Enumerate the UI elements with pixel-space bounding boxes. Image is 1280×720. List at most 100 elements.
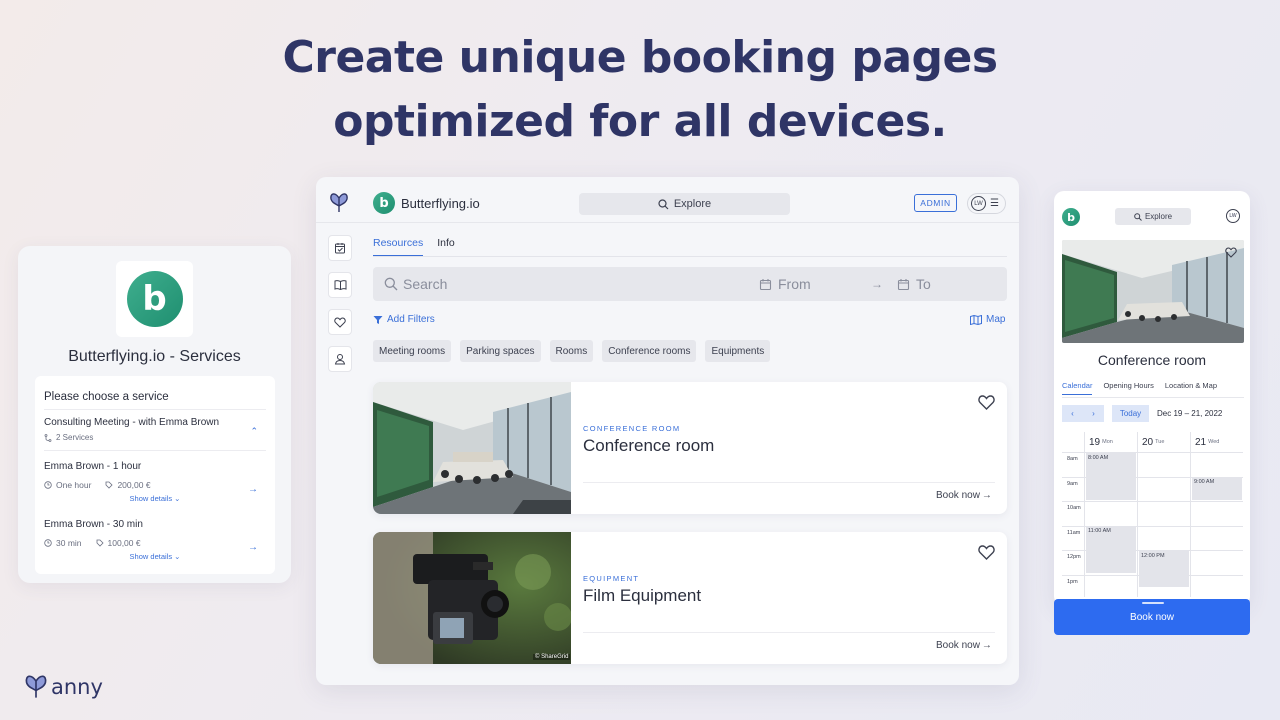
- price-text: 100,00 €: [107, 538, 141, 548]
- heart-icon[interactable]: [978, 395, 995, 410]
- butterfly-logo-icon: [330, 193, 348, 212]
- service-card-heading: Please choose a service: [44, 376, 266, 410]
- tab-resources[interactable]: Resources: [373, 237, 424, 257]
- brand[interactable]: b Butterflying.io: [373, 192, 480, 214]
- admin-button[interactable]: ADMIN: [914, 194, 957, 212]
- arrow-right-icon[interactable]: →: [248, 542, 258, 553]
- calendar-event[interactable]: 12:00 PM: [1139, 551, 1189, 587]
- arrow-right-icon[interactable]: →: [248, 484, 258, 495]
- time-column: 8am 9am 10am 11am 12pm 1pm: [1062, 452, 1084, 599]
- anny-logo: anny: [24, 674, 103, 700]
- to-date-input[interactable]: To: [897, 276, 931, 292]
- search-icon: [658, 198, 669, 209]
- explore-label: Explore: [1144, 212, 1173, 221]
- divider: [583, 632, 995, 633]
- calendar-icon[interactable]: [328, 235, 352, 261]
- from-date-input[interactable]: From: [759, 276, 811, 292]
- service-item-1[interactable]: Emma Brown - 1 hour One hour 200,00 € Sh…: [44, 451, 266, 509]
- calendar-nav: ‹ › Today Dec 19 – 21, 2022: [1062, 405, 1222, 422]
- mobile-tabs: Calendar Opening Hours Location & Map: [1062, 381, 1217, 395]
- chevron-up-icon[interactable]: ⌃: [250, 426, 258, 437]
- date-range: Dec 19 – 21, 2022: [1157, 409, 1223, 418]
- sheet-handle[interactable]: [1142, 602, 1164, 604]
- show-details-link[interactable]: Show details ⌄: [44, 552, 266, 561]
- hour-line: [1084, 501, 1243, 502]
- service-group-name: Consulting Meeting - with Emma Brown: [44, 417, 220, 428]
- tab-opening-hours[interactable]: Opening Hours: [1103, 381, 1153, 395]
- time-label: 8am: [1062, 452, 1084, 477]
- arrow-right-icon: →: [981, 490, 992, 501]
- book-now-button[interactable]: Book now: [1054, 599, 1250, 635]
- to-placeholder: To: [916, 276, 931, 292]
- chip-conference-rooms[interactable]: Conference rooms: [602, 340, 697, 362]
- user-icon[interactable]: [328, 346, 352, 372]
- booking-page-mobile: b Explore LW Conference room Calendar Op…: [1054, 191, 1250, 606]
- calendar-icon: [759, 278, 772, 290]
- duration-text: One hour: [56, 480, 92, 490]
- add-filters-label: Add Filters: [387, 314, 435, 325]
- prev-week-button[interactable]: ‹: [1062, 405, 1083, 422]
- resource-card-conference-room[interactable]: CONFERENCE ROOM Conference room Book now…: [373, 382, 1007, 514]
- heart-icon[interactable]: [978, 545, 995, 560]
- explore-button[interactable]: Explore: [579, 193, 790, 215]
- book-icon[interactable]: [328, 272, 352, 298]
- chip-meeting-rooms[interactable]: Meeting rooms: [373, 340, 452, 362]
- book-now-link[interactable]: Book now →: [936, 490, 992, 501]
- divider: [1062, 397, 1244, 398]
- price: 100,00 €: [96, 538, 141, 548]
- services-title: Butterflying.io - Services: [68, 348, 241, 365]
- photo-credit: © ShareGrid: [533, 654, 571, 660]
- user-menu-button[interactable]: LW ☰: [967, 193, 1006, 214]
- duration: 30 min: [44, 538, 82, 548]
- explore-button[interactable]: Explore: [1115, 208, 1191, 225]
- service-count: 2 Services: [56, 433, 94, 442]
- explore-label: Explore: [673, 198, 712, 210]
- heart-icon[interactable]: [328, 309, 352, 335]
- chip-rooms[interactable]: Rooms: [549, 340, 594, 362]
- calendar-event[interactable]: 8:00 AM: [1086, 453, 1136, 500]
- time-label: 12pm: [1062, 550, 1084, 575]
- tab-calendar[interactable]: Calendar: [1062, 381, 1093, 395]
- search-input[interactable]: Search: [384, 276, 447, 292]
- calendar-event[interactable]: 11:00 AM: [1086, 526, 1136, 573]
- avatar[interactable]: LW: [1226, 209, 1240, 223]
- service-name: Emma Brown - 30 min: [44, 519, 143, 530]
- resource-card-film-equipment[interactable]: © ShareGrid EQUIPMENT Film Equipment Boo…: [373, 532, 1007, 664]
- time-label: 11am: [1062, 525, 1084, 551]
- heart-icon[interactable]: [1225, 247, 1237, 258]
- tag-icon: [96, 539, 104, 547]
- add-filters-button[interactable]: Add Filters: [373, 314, 435, 325]
- divider: [373, 256, 1007, 257]
- from-placeholder: From: [778, 276, 811, 292]
- clock-icon: [44, 539, 52, 547]
- calendar-icon: [897, 278, 910, 290]
- search-bar[interactable]: Search From → To: [373, 267, 1007, 301]
- tab-location-map[interactable]: Location & Map: [1165, 381, 1217, 395]
- calendar-grid: 19 Mon 20 Tue 21 Wed 8am 9am 10am 11am 12pm…: [1062, 432, 1244, 597]
- service-card: Please choose a service Consulting Meeti…: [35, 376, 275, 574]
- service-group[interactable]: Consulting Meeting - with Emma Brown 2 S…: [44, 410, 266, 451]
- clock-icon: [44, 481, 52, 489]
- price: 200,00 €: [105, 480, 151, 490]
- today-button[interactable]: Today: [1112, 405, 1149, 422]
- map-icon: [970, 314, 982, 325]
- brand-logo-icon[interactable]: b: [1062, 208, 1080, 226]
- time-label: 10am: [1062, 501, 1084, 526]
- calendar-event[interactable]: 9:00 AM: [1192, 477, 1242, 500]
- map-button[interactable]: Map: [970, 314, 1005, 325]
- chip-equipments[interactable]: Equipments: [705, 340, 771, 362]
- booking-page-desktop: b Butterflying.io Explore ADMIN LW ☰ Res…: [316, 177, 1019, 685]
- tag-icon: [106, 481, 114, 489]
- tab-info[interactable]: Info: [437, 237, 455, 257]
- film-equipment-photo: [373, 532, 571, 664]
- service-meta: One hour 200,00 €: [44, 480, 266, 490]
- avatar: LW: [971, 196, 986, 211]
- service-item-2[interactable]: Emma Brown - 30 min 30 min 100,00 € Show…: [44, 509, 266, 567]
- search-icon: [384, 277, 398, 291]
- book-now-link[interactable]: Book now →: [936, 640, 992, 651]
- resource-category: EQUIPMENT: [583, 574, 640, 583]
- chip-parking-spaces[interactable]: Parking spaces: [460, 340, 541, 362]
- menu-icon: ☰: [990, 198, 999, 209]
- next-week-button[interactable]: ›: [1083, 405, 1104, 422]
- show-details-link[interactable]: Show details ⌄: [44, 494, 266, 503]
